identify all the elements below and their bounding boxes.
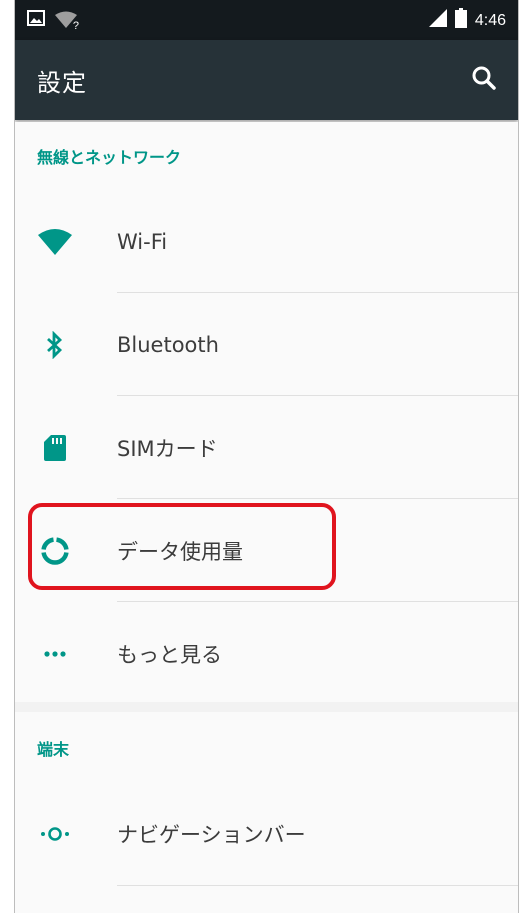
status-bar: ? 4:46: [15, 0, 518, 40]
divider: [117, 885, 518, 886]
navigation-bar-icon: [37, 816, 73, 852]
wireless-section: 無線とネットワーク Wi-Fi Bluetooth SIMカード データ使用量 …: [15, 122, 518, 702]
data-usage-icon: [37, 533, 73, 569]
settings-item-bluetooth[interactable]: Bluetooth: [15, 293, 518, 396]
settings-item-label: もっと見る: [117, 642, 222, 667]
settings-screen: ? 4:46 設定 無線とネットワーク Wi-Fi Bluetooth SIMカ…: [14, 0, 519, 913]
page-title: 設定: [37, 69, 87, 97]
signal-icon: [428, 9, 447, 32]
wifi-icon: [37, 224, 73, 260]
settings-item-label: ナビゲーションバー: [117, 822, 306, 847]
settings-item-navigation-bar[interactable]: ナビゲーションバー: [15, 782, 518, 885]
app-bar: 設定: [15, 40, 518, 120]
settings-item-more[interactable]: もっと見る: [15, 602, 518, 705]
wifi-status-badge: ?: [72, 20, 79, 32]
battery-icon: [454, 8, 467, 33]
settings-item-label: Wi-Fi: [117, 229, 168, 254]
settings-item-data-usage[interactable]: データ使用量: [15, 499, 518, 602]
section-header-wireless: 無線とネットワーク: [37, 148, 182, 167]
settings-item-label: SIMカード: [117, 436, 218, 461]
status-left: ?: [27, 9, 79, 32]
image-notification-icon: [27, 9, 45, 31]
status-time: 4:46: [474, 11, 506, 29]
sim-card-icon: [37, 430, 73, 466]
settings-item-wifi[interactable]: Wi-Fi: [15, 190, 518, 293]
settings-item-label: データ使用量: [117, 539, 243, 564]
wifi-status-icon: ?: [55, 11, 79, 32]
search-icon: [471, 65, 497, 95]
settings-item-sim-card[interactable]: SIMカード: [15, 396, 518, 499]
settings-item-label: Bluetooth: [117, 332, 219, 357]
status-right: 4:46: [428, 8, 506, 33]
more-icon: [37, 636, 73, 672]
search-button[interactable]: [464, 60, 504, 100]
section-header-device: 端末: [37, 740, 70, 759]
bluetooth-icon: [37, 327, 73, 363]
device-section: 端末 ナビゲーションバー: [15, 712, 518, 913]
